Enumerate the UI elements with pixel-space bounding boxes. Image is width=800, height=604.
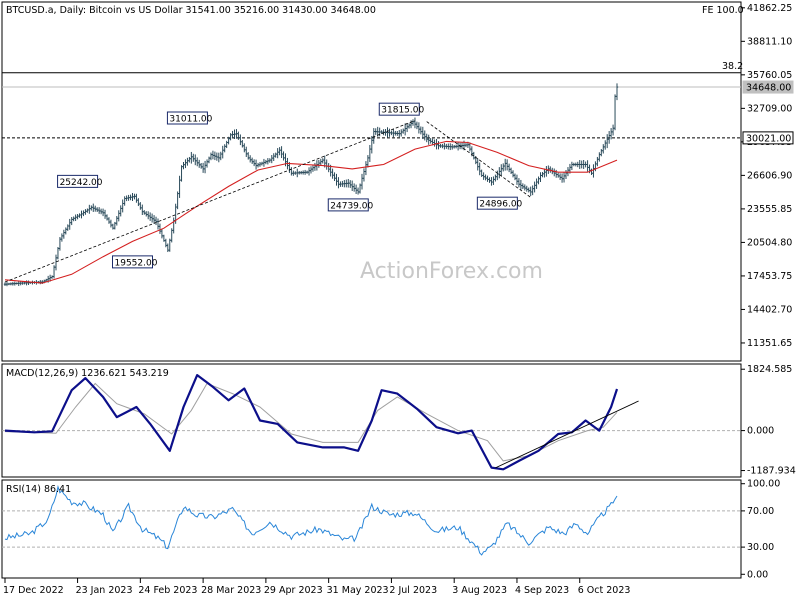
macd-y-tick-label: 1824.585	[747, 364, 792, 375]
main-y-tick-label: 26606.90	[747, 170, 792, 181]
time-tick-label: 23 Jan 2023	[76, 585, 133, 596]
level-tag-label: 34648.00	[746, 83, 791, 94]
price-label-text: 31011.00	[169, 115, 212, 125]
main-y-tick-label: 11351.65	[747, 338, 792, 349]
main-frame	[1, 1, 742, 362]
price-label: 31011.00	[166, 111, 213, 125]
main-pane: ActionForex.com 31011.00 25242.00 19552.00…	[1, 1, 794, 362]
macd-y-tick-label: 0.000	[747, 426, 774, 437]
rsi-pane: RSI(14) 86.41 100.00 70.00 30.00 0.00	[1, 479, 780, 580]
chart-canvas: ActionForex.com 31011.00 25242.00 19552.00…	[1, 1, 796, 596]
time-tick-label: 3 Aug 2023	[452, 585, 507, 596]
price-label: 25242.00	[57, 174, 103, 188]
main-y-tick-label: 38811.10	[747, 36, 792, 47]
main-y-tick-label: 23555.85	[747, 204, 792, 215]
main-y-tick-label: 14402.70	[747, 304, 792, 315]
time-axis: 17 Dec 2022 23 Jan 2023 24 Feb 2023 28 Mar …	[3, 578, 630, 596]
rsi-y-tick-label: 70.00	[747, 506, 774, 517]
fib-label: 38.2	[722, 61, 743, 72]
rsi-header: RSI(14) 86.41	[6, 484, 71, 495]
price-label: 31815.00	[378, 102, 424, 116]
macd-pane: MACD(12,26,9) 1236.621 543.219 1824.585 0…	[1, 363, 796, 478]
rsi-y-tick-label: 0.00	[747, 569, 768, 580]
rsi-frame	[1, 479, 742, 579]
price-label-text: 24739.00	[330, 201, 373, 211]
time-tick-label: 29 Apr 2023	[264, 585, 323, 596]
level-tag: 30021.00	[742, 131, 794, 145]
main-y-tick-label: 32709.00	[747, 103, 792, 114]
price-label-text: 19552.00	[115, 258, 158, 268]
price-label-text: 24896.00	[479, 200, 522, 210]
main-y-tick-label: 20504.80	[747, 237, 792, 248]
price-label: 19552.00	[112, 255, 158, 269]
macd-header: MACD(12,26,9) 1236.621 543.219	[6, 368, 169, 379]
time-tick-label: 24 Feb 2023	[138, 585, 197, 596]
rsi-y-tick-label: 30.00	[747, 542, 774, 553]
main-y-tick-label: 17453.75	[747, 271, 792, 282]
level-tag: 34648.00	[742, 80, 794, 94]
time-tick-label: 2 Jul 2023	[389, 585, 437, 596]
price-label: 24739.00	[327, 198, 373, 212]
time-tick-label: 4 Sep 2023	[515, 585, 569, 596]
fe-label: FE 100.0	[702, 5, 744, 16]
watermark: ActionForex.com	[360, 259, 543, 284]
time-tick-label: 17 Dec 2022	[3, 585, 64, 596]
main-header: BTCUSD.a, Daily: Bitcoin vs US Dollar 31…	[6, 5, 376, 16]
price-label: 24896.00	[476, 196, 523, 210]
chart-window: ActionForex.com 31011.00 25242.00 19552.00…	[0, 0, 800, 600]
time-tick-label: 31 May 2023	[327, 585, 389, 596]
time-tick-label: 28 Mar 2023	[201, 585, 261, 596]
level-tag-label: 30021.00	[746, 133, 791, 144]
macd-y-tick-label: -1187.934	[747, 466, 796, 477]
price-label-text: 25242.00	[60, 178, 103, 188]
price-label-text: 31815.00	[381, 106, 424, 116]
rsi-y-tick-label: 100.00	[747, 479, 780, 490]
time-tick-label: 6 Oct 2023	[578, 585, 631, 596]
main-y-tick-label: 35760.05	[747, 70, 792, 81]
main-y-tick-label: 41862.25	[747, 3, 792, 14]
